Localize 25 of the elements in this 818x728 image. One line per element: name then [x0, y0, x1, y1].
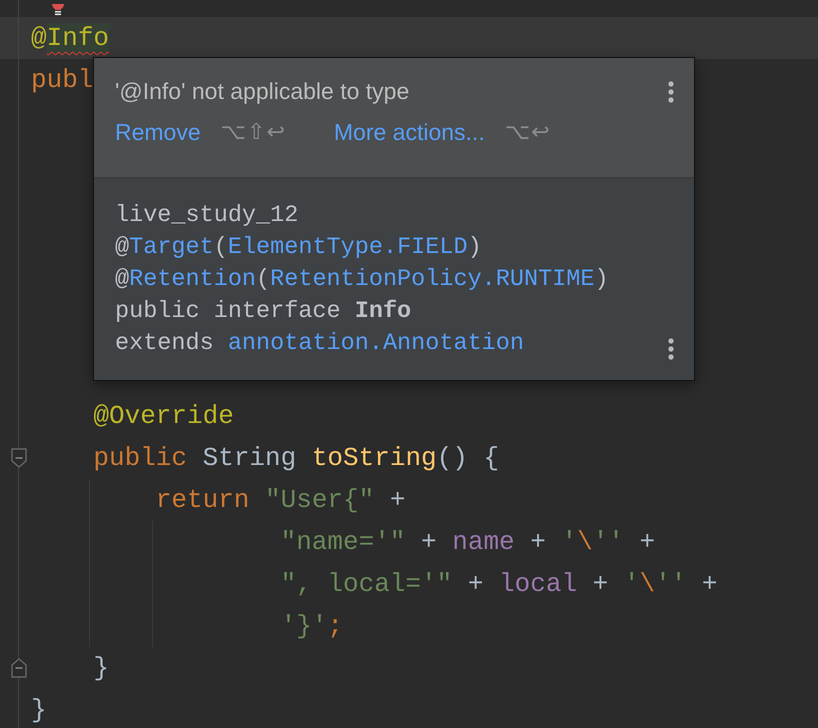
popup-title: '@Info' not applicable to type — [115, 78, 410, 105]
code-line: "name='" + name + '\'' + — [280, 526, 656, 559]
more-options-icon[interactable] — [668, 80, 674, 102]
fold-marker-icon[interactable] — [11, 448, 27, 468]
doc-line: live_study_12 — [115, 201, 298, 231]
doc-line: extends annotation.Annotation — [115, 329, 524, 359]
error-bulb-icon[interactable] — [50, 4, 66, 17]
code-line: @Override — [93, 400, 234, 433]
doc-line: public interface Info — [115, 297, 412, 327]
fold-marker-icon[interactable] — [11, 658, 27, 678]
code-line: return "User{" + — [156, 484, 406, 517]
code-line: } — [31, 694, 47, 727]
code-line: @Info — [31, 22, 110, 55]
code-line: public String toString() { — [93, 442, 500, 475]
action-link[interactable]: More actions... — [334, 119, 485, 146]
shortcut-text: ⌥⇧↩ — [220, 120, 286, 145]
more-options-icon[interactable] — [668, 338, 674, 360]
doc-line: @Retention(RetentionPolicy.RUNTIME) — [115, 265, 609, 295]
doc-line: @Target(ElementType.FIELD) — [115, 233, 482, 263]
shortcut-text: ⌥↩ — [504, 120, 551, 145]
code-line: publ — [31, 64, 94, 97]
code-line: } — [93, 652, 109, 685]
code-line: '}'; — [280, 610, 344, 643]
action-link[interactable]: Remove — [115, 119, 201, 146]
code-line: ", local='" + local + '\'' + — [280, 568, 718, 601]
